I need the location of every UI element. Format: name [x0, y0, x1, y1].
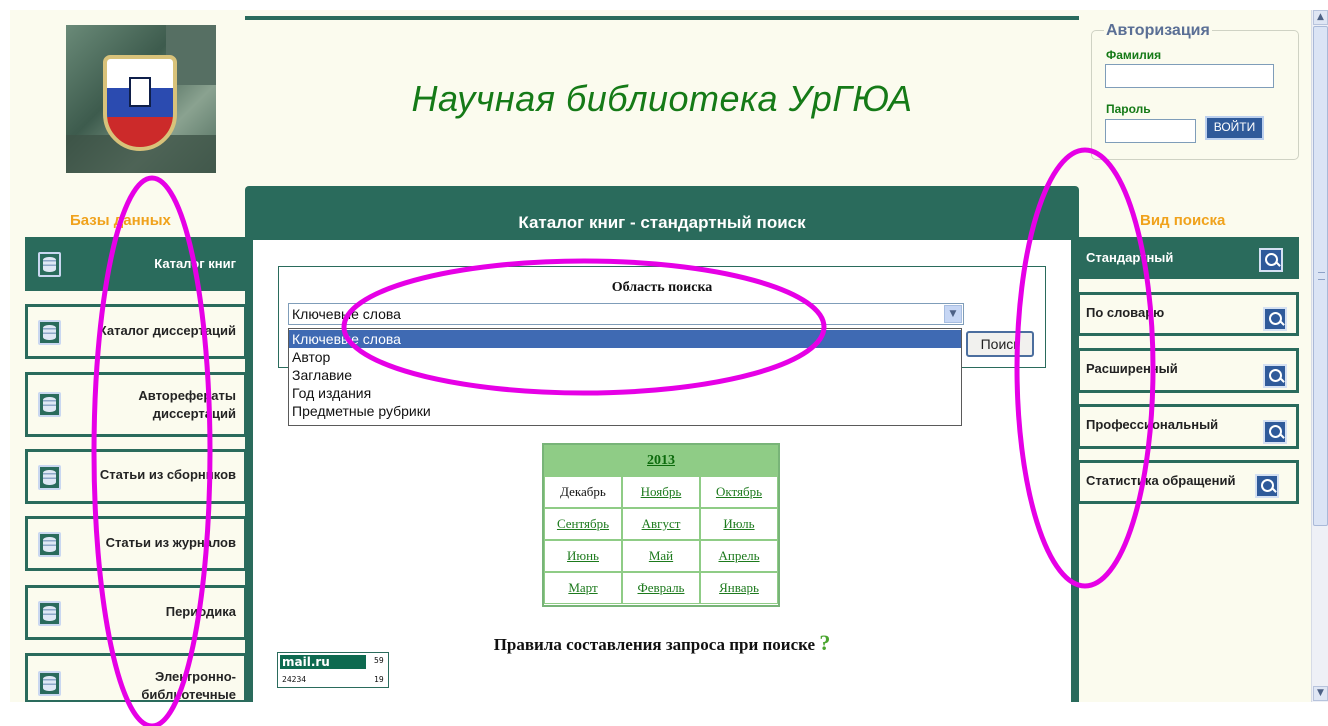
scroll-up-icon[interactable]: ▲ — [1313, 10, 1328, 25]
calendar-year-link[interactable]: 2013 — [544, 445, 778, 476]
mailru-logo: mail.ru — [280, 655, 366, 669]
mode-label: По словарю — [1086, 305, 1165, 320]
month-link[interactable]: Июнь — [544, 540, 622, 572]
search-icon[interactable] — [1263, 307, 1287, 331]
library-page: Научная библиотека УрГЮА Авторизация Фам… — [0, 0, 1328, 726]
search-area-label: Область поиска — [611, 280, 713, 295]
option-subjects[interactable]: Предметные рубрики — [289, 402, 961, 420]
catalog-title: Каталог книг - стандартный поиск — [518, 213, 806, 232]
mode-statistics[interactable]: Статистика обращений — [1077, 460, 1299, 504]
surname-input[interactable] — [1105, 64, 1274, 88]
database-icon — [38, 601, 61, 626]
window-left-edge — [0, 0, 10, 726]
sidebar-item-ebs[interactable]: Электронно-библиотечные — [25, 653, 247, 703]
mode-professional[interactable]: Профессиональный — [1077, 404, 1299, 449]
month-link[interactable]: Февраль — [622, 572, 700, 604]
sidebar-item-journal-articles[interactable]: Статьи из журналов — [25, 516, 247, 571]
scroll-down-icon[interactable]: ▼ — [1313, 686, 1328, 701]
month-link[interactable]: Ноябрь — [622, 476, 700, 508]
month-link[interactable]: Август — [622, 508, 700, 540]
search-mode-heading: Вид поиска — [1140, 212, 1226, 229]
month-link[interactable]: Октябрь — [700, 476, 778, 508]
scrollbar-thumb[interactable] — [1313, 26, 1328, 526]
month-link[interactable]: Март — [544, 572, 622, 604]
option-keywords[interactable]: Ключевые слова — [289, 330, 961, 348]
surname-label: Фамилия — [1106, 48, 1162, 62]
search-icon[interactable] — [1263, 364, 1287, 388]
sidebar-item-periodicals[interactable]: Периодика — [25, 585, 247, 640]
sidebar-item-dissertations[interactable]: Каталог диссертаций — [25, 304, 247, 359]
sidebar-item-label: Авторефераты диссертаций — [138, 388, 236, 421]
help-question-icon[interactable]: ? — [819, 630, 830, 655]
database-icon — [38, 465, 61, 490]
mode-extended[interactable]: Расширенный — [1077, 348, 1299, 393]
database-icon — [38, 252, 61, 277]
sidebar-item-label: Электронно-библиотечные — [141, 669, 236, 702]
month-cell: Декабрь — [544, 476, 622, 508]
mode-label: Расширенный — [1086, 361, 1178, 376]
sidebar-item-label: Статьи из журналов — [105, 535, 236, 550]
sidebar-item-label: Каталог книг — [154, 256, 236, 271]
option-author[interactable]: Автор — [289, 348, 961, 366]
window-bottom-edge — [0, 702, 1328, 726]
password-label: Пароль — [1106, 102, 1151, 116]
databases-heading: Базы данных — [70, 212, 171, 229]
search-button[interactable]: Поиск — [966, 331, 1034, 357]
search-icon[interactable] — [1255, 474, 1279, 498]
vertical-scrollbar[interactable]: ▲ ▼ — [1311, 10, 1328, 702]
search-area-dropdown: Ключевые слова Автор Заглавие Год издани… — [288, 328, 962, 426]
search-icon[interactable] — [1259, 248, 1283, 272]
counter-value: 59 — [374, 656, 384, 665]
sidebar-item-label: Периодика — [165, 604, 236, 619]
month-link[interactable]: Май — [622, 540, 700, 572]
database-icon — [38, 392, 61, 417]
sidebar-item-abstracts[interactable]: Авторефераты диссертаций — [25, 372, 247, 437]
counter-value: 24234 — [282, 675, 307, 684]
mailru-counter[interactable]: mail.ru 59 24234 19 — [277, 652, 389, 688]
mode-label: Стандартный — [1086, 250, 1174, 265]
auth-legend: Авторизация — [1104, 22, 1212, 40]
database-icon — [38, 671, 61, 696]
search-area-select[interactable]: Ключевые слова — [288, 303, 964, 325]
site-title: Научная библиотека УрГЮА — [411, 78, 913, 119]
month-link[interactable]: Апрель — [700, 540, 778, 572]
mode-label: Профессиональный — [1086, 417, 1219, 432]
sidebar-item-collection-articles[interactable]: Статьи из сборников — [25, 449, 247, 504]
password-input[interactable] — [1105, 119, 1196, 143]
month-link[interactable]: Июль — [700, 508, 778, 540]
mode-label: Статистика обращений — [1086, 473, 1236, 488]
database-icon — [38, 532, 61, 557]
login-button[interactable]: ВОЙТИ — [1205, 116, 1264, 140]
sidebar-item-label: Каталог диссертаций — [98, 323, 236, 338]
library-logo — [66, 25, 216, 173]
sidebar-item-book-catalog[interactable]: Каталог книг — [25, 237, 247, 291]
logo-emblem — [129, 77, 151, 107]
query-rules-text: Правила составления запроса при поиске — [493, 635, 816, 654]
sidebar-item-label: Статьи из сборников — [99, 467, 236, 482]
counter-value: 19 — [374, 675, 384, 684]
database-icon — [38, 320, 61, 345]
search-icon[interactable] — [1263, 420, 1287, 444]
option-title[interactable]: Заглавие — [289, 366, 961, 384]
month-link[interactable]: Январь — [700, 572, 778, 604]
month-link[interactable]: Сентябрь — [544, 508, 622, 540]
window-top-edge — [0, 0, 1328, 10]
header-bar — [245, 16, 1079, 20]
logo-shield — [103, 55, 177, 151]
mode-dictionary[interactable]: По словарю — [1077, 292, 1299, 336]
option-year[interactable]: Год издания — [289, 384, 961, 402]
mode-standard[interactable]: Стандартный — [1077, 237, 1299, 279]
chevron-down-icon[interactable]: ▼ — [944, 305, 962, 323]
